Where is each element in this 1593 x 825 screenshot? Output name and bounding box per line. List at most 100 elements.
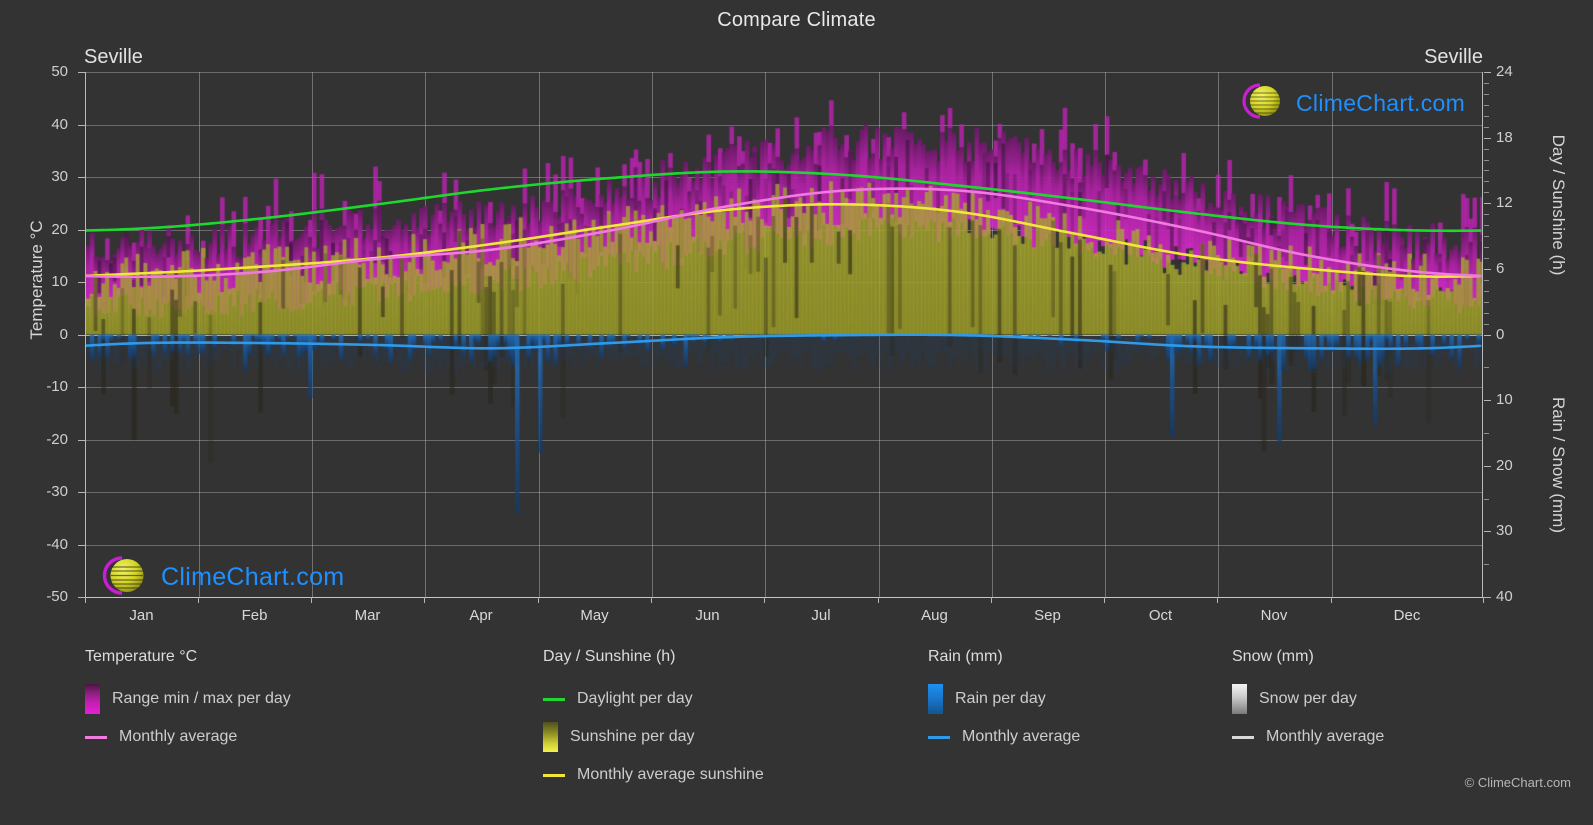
y-axis-minor-tick-day [1484,148,1489,150]
x-axis-tick-label: May [580,607,609,624]
y-axis-tick-mark-left [78,334,85,336]
y-axis-tick-label-left: -20 [46,430,68,448]
legend-item-label: Monthly average [1266,728,1385,745]
x-axis-tick-label: Feb [241,607,268,624]
trend-lines [86,170,1482,351]
x-axis-tick-mark [651,597,652,603]
y-axis-tick-mark-rain [1484,597,1491,598]
daylight-line-icon [543,697,565,701]
x-axis-tick-label: Apr [469,607,493,624]
legend-group-day-sunshine: Day / Sunshine (h) Daylight per day Suns… [543,648,764,794]
snow-swatch-icon [1232,684,1247,714]
x-axis-tick-label: Aug [921,607,948,624]
x-axis-tick-mark [1104,597,1105,603]
rain-swatch-icon [928,684,943,714]
y-axis-minor-tick-day [1484,301,1489,303]
y-axis-tick-label-day: 24 [1496,63,1513,80]
snow-average-line-icon [1232,735,1254,739]
y-axis-tick-mark-left [78,387,85,388]
y-axis-minor-tick-day [1484,214,1489,216]
y-axis-minor-tick-day [1484,236,1489,238]
y-axis-minor-tick-day [1484,247,1489,248]
page-title: Compare Climate [717,9,876,31]
y-axis-minor-tick-day [1484,257,1489,259]
legend-item: Monthly average [85,718,291,756]
x-axis-tick-label: Mar [354,607,381,624]
watermark-logo-bottom: ClimeChart.com [93,552,344,603]
legend-item: Daylight per day [543,680,764,718]
y-axis-tick-label-left: -10 [46,378,68,395]
y-axis-tick-label-rain: 10 [1496,391,1513,409]
x-axis-tick-mark [85,597,86,603]
rain-average-line-icon [928,735,950,739]
legend-group-snow: Snow (mm) Snow per day Monthly average [1232,648,1384,756]
y-axis-minor-tick-day [1484,323,1489,325]
legend-heading: Rain (mm) [928,648,1003,665]
x-axis-tick-mark [424,597,425,603]
x-axis-tick-label: Dec [1393,607,1421,624]
y-axis-tick-mark-day [1484,203,1491,205]
y-axis-tick-label-rain: 30 [1496,522,1513,540]
y-axis-minor-tick-rain [1484,498,1489,500]
y-axis-tick-mark-rain [1484,531,1491,533]
y-axis-tick-mark-rain [1484,400,1491,402]
x-axis-tick-mark [1331,597,1332,603]
y-axis-minor-tick-day [1484,290,1489,292]
legend-item-label: Daylight per day [577,690,693,707]
y-axis-tick-label-left: -50 [46,588,68,605]
legend-item-label: Rain per day [955,690,1046,707]
climate-chart: Compare Climate Seville Seville 50 40 30 20… [0,0,1593,825]
legend-group-rain: Rain (mm) Rain per day Monthly average [928,648,1080,756]
legend-item: Range min / max per day [85,680,291,718]
watermark-logo-top: ClimeChart.com [1234,80,1465,127]
y-axis-tick-label-left: 40 [51,115,68,133]
legend-item-label: Monthly average sunshine [577,766,764,783]
legend-item-label: Monthly average [962,728,1081,745]
y-axis-tick-label-left: -40 [46,535,68,553]
y-axis-tick-mark-day [1484,334,1491,336]
y-axis-minor-tick-day [1484,312,1489,314]
x-axis-tick-mark [991,597,992,603]
y-axis-tick-mark-day [1484,268,1491,270]
y-axis-tick-label-rain: 20 [1496,456,1513,474]
y-axis-minor-tick-day [1484,192,1489,194]
y-axis-tick-mark-left [78,439,85,441]
y-axis-tick-mark-day [1484,72,1491,73]
y-axis-tick-mark-left [78,544,85,546]
plot-area [85,72,1483,597]
y-axis-minor-tick-day [1484,115,1489,117]
x-axis-tick-label: Nov [1260,607,1288,624]
data-layer [86,72,1482,597]
climechart-logo-icon [93,552,155,603]
y-axis-tick-mark-day [1484,137,1491,139]
x-axis-tick-mark [764,597,765,603]
y-axis-tick-label-day: 18 [1496,128,1513,146]
temperature-range-swatch-icon [85,684,100,714]
legend-item-label: Snow per day [1259,690,1357,707]
legend-item-label: Monthly average [119,728,238,745]
y-axis-minor-tick-day [1484,181,1489,183]
legend-group-temperature: Temperature °C Range min / max per day M… [85,648,291,756]
y-axis-minor-tick-day [1484,279,1489,281]
legend-heading: Snow (mm) [1232,648,1314,665]
city-label-left: Seville [84,46,143,68]
watermark-text: ClimeChart.com [161,563,345,591]
legend-item-label: Range min / max per day [112,690,291,707]
legend-heading: Day / Sunshine (h) [543,648,676,665]
y-axis-tick-label-day: 6 [1496,259,1505,277]
y-axis-minor-tick-rain [1484,367,1489,369]
y-axis-minor-tick-day [1484,82,1489,84]
y-axis-minor-tick-day [1484,126,1489,128]
chart-legend: Temperature °C Range min / max per day M… [0,648,1593,808]
y-axis-tick-label-left: -30 [46,483,68,500]
y-axis-tick-mark-left [78,229,85,231]
y-axis-tick-label-rain: 40 [1496,588,1513,605]
x-axis-tick-mark [1483,597,1484,603]
x-axis-tick-mark [878,597,879,603]
y-axis-tick-label-day: 0 [1496,325,1505,343]
x-axis-tick-mark [538,597,539,603]
line-daylight-per-day [86,170,1482,233]
y-axis-minor-tick-rain [1484,564,1489,566]
y-axis-minor-tick-day [1484,225,1489,227]
city-label-right: Seville [1424,46,1483,68]
